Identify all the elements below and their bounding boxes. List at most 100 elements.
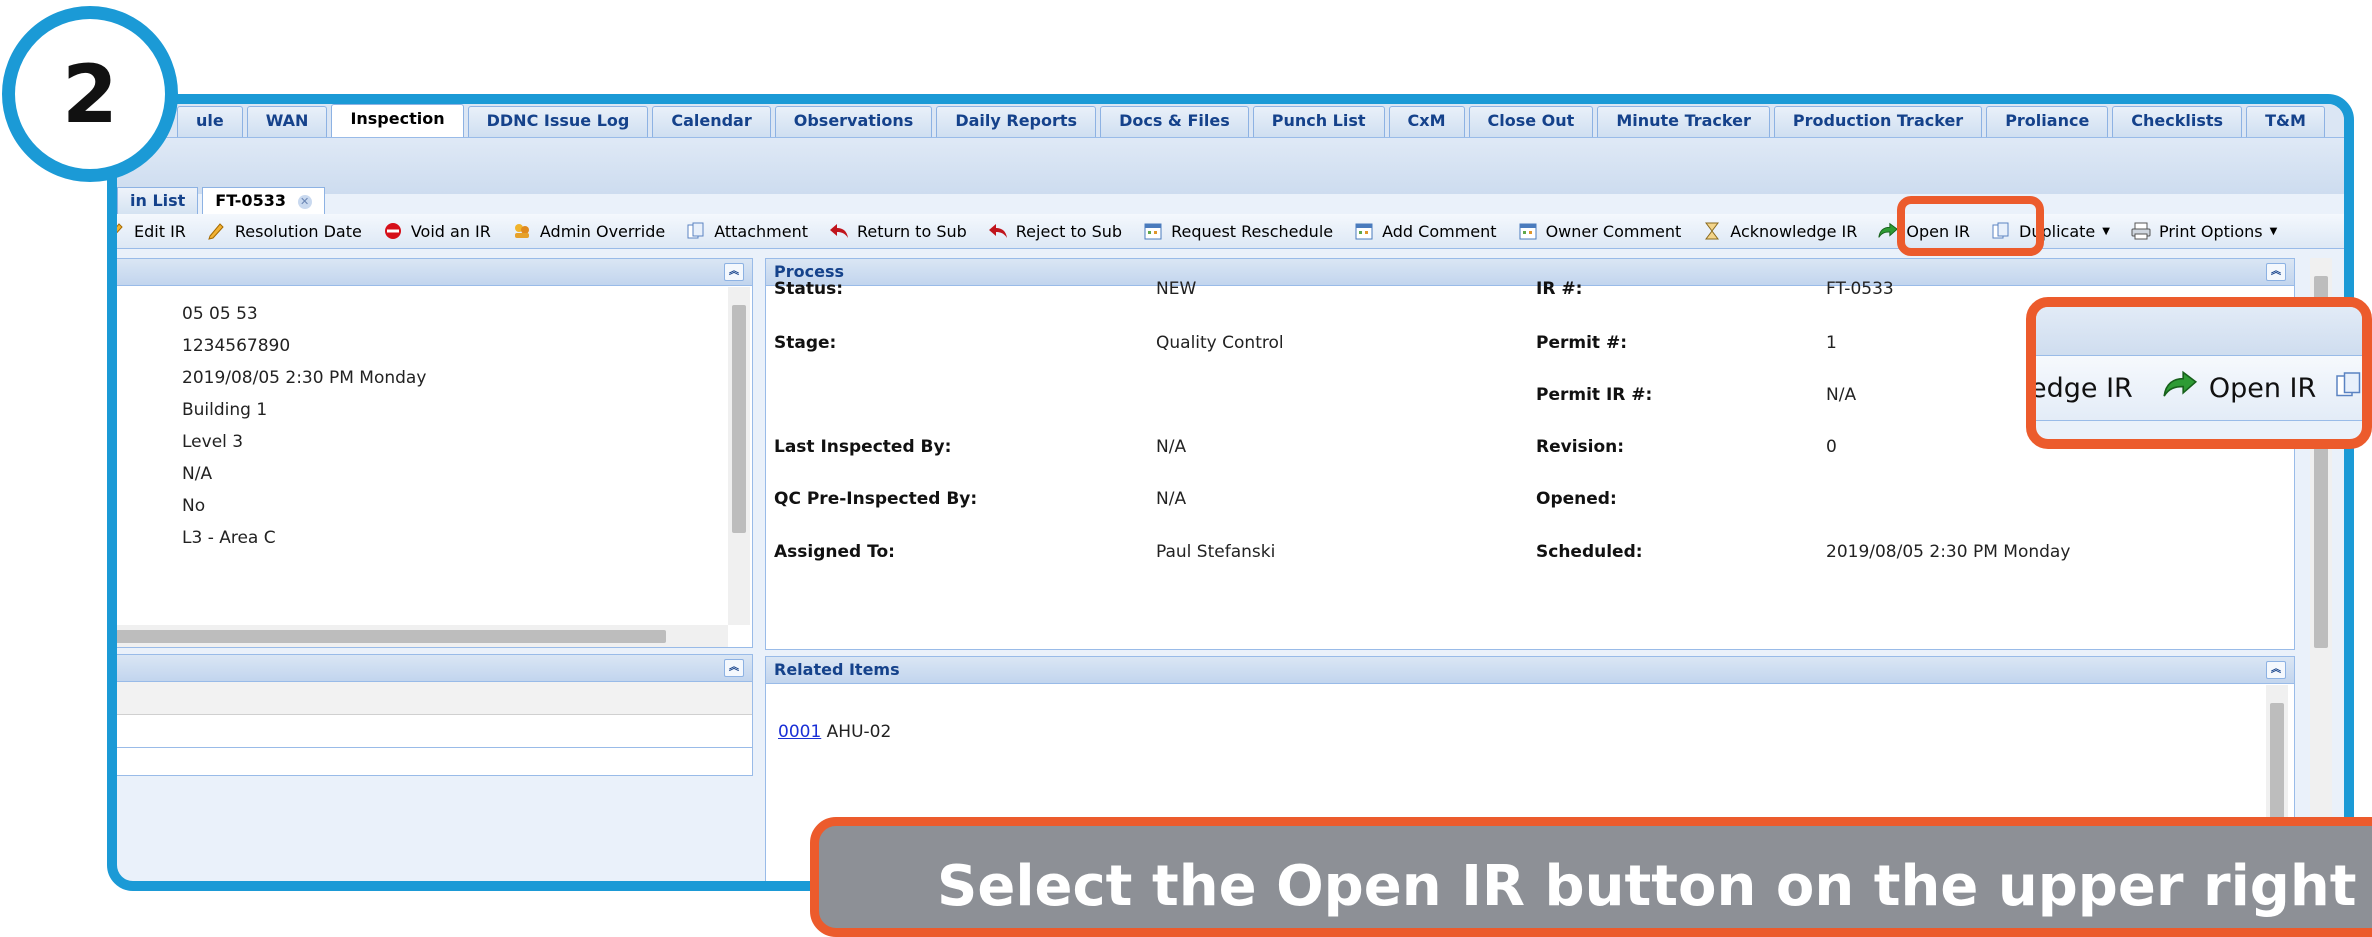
tab-schedule[interactable]: ule <box>177 106 243 137</box>
document-copy-icon <box>2334 370 2362 407</box>
attachment-label: Attachment <box>714 221 808 241</box>
collapse-panel-icon[interactable]: ︽ <box>724 263 744 281</box>
tab-punch-list[interactable]: Punch List <box>1252 106 1385 137</box>
last-inspected-label: Last Inspected By: <box>774 437 952 457</box>
reject-to-sub-label: Reject to Sub <box>1015 221 1123 241</box>
stage-label: Stage: <box>774 333 837 353</box>
acknowledge-ir-button[interactable]: Acknowledge IR <box>1691 216 1867 246</box>
dropdown-caret-icon: ▼ <box>2269 225 2278 237</box>
tab-ddnc-issue-log[interactable]: DDNC Issue Log <box>467 106 649 137</box>
tab-observations[interactable]: Observations <box>774 106 933 137</box>
zoom-inset-band <box>2036 307 2362 355</box>
module-tab-bar: ule WAN Inspection DDNC Issue Log Calend… <box>117 104 2344 138</box>
no-entry-icon <box>382 220 404 242</box>
dropdown-caret-icon: ▼ <box>2102 225 2110 237</box>
edit-ir-label: Edit IR <box>134 221 186 241</box>
return-to-sub-button[interactable]: Return to Sub <box>818 216 977 246</box>
tab-t-and-m[interactable]: T&M <box>2246 106 2325 137</box>
calendar-icon <box>1142 220 1164 242</box>
vertical-scrollbar[interactable] <box>728 287 750 625</box>
qc-pre-inspected-label: QC Pre-Inspected By: <box>774 489 978 509</box>
ir-number-label: IR #: <box>1536 279 1583 299</box>
tab-wan[interactable]: WAN <box>246 106 328 137</box>
zoom-inset: edge IR Open IR D <box>2026 297 2372 449</box>
tab-docs-files[interactable]: Docs & Files <box>1100 106 1249 137</box>
pencil-icon <box>117 220 127 242</box>
zoom-inset-toolbar: edge IR Open IR D <box>2036 355 2362 421</box>
admin-users-icon <box>511 220 533 242</box>
status-value: NEW <box>1156 279 1197 299</box>
details-panel: ︽ 05 05 53 1234567890 2019/08/05 2:30 PM… <box>117 258 753 648</box>
tab-main-list[interactable]: in List <box>117 187 199 214</box>
scrollbar-thumb[interactable] <box>732 305 746 533</box>
back-arrow-icon <box>987 220 1009 242</box>
related-items-header: Related Items ︽ <box>766 657 2294 684</box>
related-item-link[interactable]: 0001 <box>778 722 821 742</box>
tab-calendar[interactable]: Calendar <box>652 106 771 137</box>
tab-minute-tracker[interactable]: Minute Tracker <box>1597 106 1770 137</box>
owner-comment-button[interactable]: Owner Comment <box>1507 216 1692 246</box>
attachment-button[interactable]: Attachment <box>675 216 818 246</box>
print-options-button[interactable]: Print Options ▼ <box>2120 216 2287 246</box>
grid-header-row <box>117 682 752 715</box>
add-comment-button[interactable]: Add Comment <box>1343 216 1506 246</box>
resolution-date-label: Resolution Date <box>234 221 362 241</box>
admin-override-button[interactable]: Admin Override <box>501 216 675 246</box>
void-ir-label: Void an IR <box>410 221 491 241</box>
detail-value: L3 - Area C <box>182 528 276 548</box>
assigned-to-label: Assigned To: <box>774 542 895 562</box>
collapse-panel-icon[interactable]: ︽ <box>2266 661 2286 679</box>
tab-daily-reports[interactable]: Daily Reports <box>936 106 1097 137</box>
related-item-text: AHU-02 <box>826 722 892 742</box>
detail-value: 2019/08/05 2:30 PM Monday <box>182 368 427 388</box>
last-inspected-value: N/A <box>1156 437 1187 457</box>
collapse-panel-icon[interactable]: ︽ <box>2266 263 2286 281</box>
related-item: 0001 AHU-02 <box>778 722 891 742</box>
resolution-date-button[interactable]: Resolution Date <box>196 216 372 246</box>
tab-inspection[interactable]: Inspection <box>331 104 464 137</box>
scrollbar-thumb[interactable] <box>117 630 666 643</box>
reject-to-sub-button[interactable]: Reject to Sub <box>977 216 1132 246</box>
open-ir-highlight <box>1897 196 2044 256</box>
zoom-duplicate-button[interactable]: D <box>2334 370 2362 407</box>
back-arrow-icon <box>828 220 850 242</box>
tab-checklists[interactable]: Checklists <box>2112 106 2243 137</box>
record-tab-label: FT-0533 <box>215 191 286 210</box>
document-copy-icon <box>685 220 707 242</box>
add-comment-label: Add Comment <box>1382 221 1497 241</box>
green-forward-arrow-icon <box>2161 369 2199 408</box>
request-reschedule-label: Request Reschedule <box>1171 221 1334 241</box>
collapse-panel-icon[interactable]: ︽ <box>724 659 744 677</box>
close-tab-icon[interactable]: ✕ <box>297 194 312 209</box>
admin-override-label: Admin Override <box>539 221 666 241</box>
tab-close-out[interactable]: Close Out <box>1468 106 1594 137</box>
permit-number-value: 1 <box>1826 333 1837 353</box>
detail-value: N/A <box>182 464 213 484</box>
zoom-open-ir-label: Open IR <box>2208 372 2317 404</box>
assigned-to-value: Paul Stefanski <box>1156 542 1276 562</box>
lower-left-panel-header: ︽ <box>117 655 752 682</box>
instruction-text: Select the Open IR button on the upper r… <box>937 854 2357 919</box>
instruction-caption: Select the Open IR button on the upper r… <box>810 817 2372 937</box>
detail-value: Level 3 <box>182 432 244 452</box>
qc-pre-inspected-value: N/A <box>1156 489 1187 509</box>
return-to-sub-label: Return to Sub <box>857 221 967 241</box>
ir-number-value: FT-0533 <box>1826 279 1894 299</box>
owner-comment-label: Owner Comment <box>1545 221 1682 241</box>
hourglass-icon <box>1701 220 1723 242</box>
tab-proliance[interactable]: Proliance <box>1986 106 2109 137</box>
zoom-acknowledge-ir-label: edge IR <box>2030 372 2133 404</box>
zoom-open-ir-button[interactable]: Open IR <box>2161 369 2316 408</box>
lower-left-panel: ︽ <box>117 654 753 776</box>
grid-row <box>117 715 752 748</box>
tab-record-ft-0533[interactable]: FT-0533 ✕ <box>202 187 325 214</box>
scheduled-label: Scheduled: <box>1536 542 1643 562</box>
tab-cxm[interactable]: CxM <box>1388 106 1465 137</box>
permit-ir-label: Permit IR #: <box>1536 385 1653 405</box>
horizontal-scrollbar[interactable] <box>117 625 728 647</box>
tab-production-tracker[interactable]: Production Tracker <box>1773 106 1983 137</box>
request-reschedule-button[interactable]: Request Reschedule <box>1132 216 1343 246</box>
void-ir-button[interactable]: Void an IR <box>372 216 501 246</box>
edit-ir-button[interactable]: Edit IR <box>117 216 196 246</box>
related-items-title: Related Items <box>774 660 900 679</box>
